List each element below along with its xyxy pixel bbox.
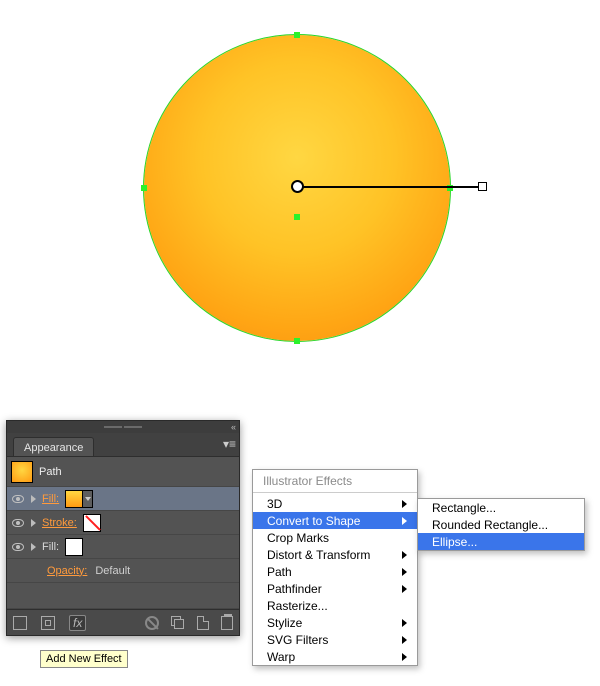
menu-item-label: Rectangle... bbox=[432, 501, 496, 515]
menu-item-label: Distort & Transform bbox=[267, 548, 370, 562]
selection-handle-center[interactable] bbox=[294, 214, 300, 220]
menu-item-rectangle[interactable]: Rectangle... bbox=[418, 499, 584, 516]
selection-handle-bottom[interactable] bbox=[294, 338, 300, 344]
disclosure-triangle-icon[interactable] bbox=[31, 519, 36, 527]
opacity-label[interactable]: Opacity: bbox=[47, 565, 87, 577]
menu-item-warp[interactable]: Warp bbox=[253, 648, 417, 665]
submenu-arrow-icon bbox=[402, 619, 407, 627]
gradient-end-handle[interactable] bbox=[478, 182, 487, 191]
menu-item-label: SVG Filters bbox=[267, 633, 328, 647]
menu-item-pathfinder[interactable]: Pathfinder bbox=[253, 580, 417, 597]
appearance-row-opacity[interactable]: Opacity: Default bbox=[7, 559, 239, 583]
menu-item-rasterize[interactable]: Rasterize... bbox=[253, 597, 417, 614]
submenu-arrow-icon bbox=[402, 568, 407, 576]
fill-swatch bbox=[65, 538, 83, 556]
tooltip-add-new-effect: Add New Effect bbox=[40, 650, 128, 668]
panel-flyout-menu-icon[interactable]: ▾≡ bbox=[223, 437, 239, 456]
submenu-arrow-icon bbox=[402, 500, 407, 508]
menu-item-crop-marks[interactable]: Crop Marks bbox=[253, 529, 417, 546]
duplicate-item-icon[interactable] bbox=[171, 616, 185, 630]
swatch-dropdown-icon[interactable] bbox=[83, 490, 93, 508]
visibility-toggle[interactable] bbox=[11, 540, 25, 554]
submenu-arrow-icon bbox=[402, 517, 407, 525]
appearance-attr-label[interactable]: Stroke: bbox=[42, 517, 77, 529]
canvas-area[interactable] bbox=[0, 0, 600, 430]
menu-item-path[interactable]: Path bbox=[253, 563, 417, 580]
appearance-panel-body: Path Fill: Stroke: Fill: bbox=[7, 457, 239, 609]
submenu-arrow-icon bbox=[402, 551, 407, 559]
appearance-panel-footer: fx bbox=[7, 609, 239, 635]
menu-item-label: Pathfinder bbox=[267, 582, 322, 596]
stroke-swatch bbox=[83, 514, 101, 532]
opacity-value: Default bbox=[95, 565, 130, 577]
stroke-swatch-picker[interactable] bbox=[83, 514, 101, 532]
submenu-arrow-icon bbox=[402, 653, 407, 661]
new-fill-icon[interactable] bbox=[13, 616, 27, 630]
convert-to-shape-submenu: Rectangle... Rounded Rectangle... Ellipse.… bbox=[417, 498, 585, 551]
effects-menu-header: Illustrator Effects bbox=[253, 470, 417, 490]
eye-icon bbox=[12, 519, 24, 527]
appearance-empty-row bbox=[7, 583, 239, 609]
menu-item-label: Warp bbox=[267, 650, 295, 664]
menu-item-label: Rounded Rectangle... bbox=[432, 518, 548, 532]
submenu-arrow-icon bbox=[402, 585, 407, 593]
fill-swatch bbox=[65, 490, 83, 508]
gradient-annotator-line[interactable] bbox=[297, 186, 483, 188]
fill-swatch-picker[interactable] bbox=[65, 490, 93, 508]
appearance-panel: « Appearance ▾≡ Path Fill: Stroke: bbox=[6, 420, 240, 636]
delete-item-icon[interactable] bbox=[221, 616, 233, 630]
eye-icon bbox=[12, 495, 24, 503]
menu-item-stylize[interactable]: Stylize bbox=[253, 614, 417, 631]
menu-item-rounded-rectangle[interactable]: Rounded Rectangle... bbox=[418, 516, 584, 533]
appearance-attr-label: Fill: bbox=[42, 541, 59, 553]
selection-handle-left[interactable] bbox=[141, 185, 147, 191]
menu-item-label: Rasterize... bbox=[267, 599, 328, 613]
menu-item-label: Crop Marks bbox=[267, 531, 329, 545]
fill-swatch-picker[interactable] bbox=[65, 538, 83, 556]
eye-icon bbox=[12, 543, 24, 551]
appearance-thumbnail bbox=[11, 461, 33, 483]
add-new-effect-button[interactable]: fx bbox=[69, 615, 86, 631]
appearance-row-fill-0[interactable]: Fill: bbox=[7, 487, 239, 511]
submenu-arrow-icon bbox=[402, 636, 407, 644]
panel-collapse-icon[interactable]: « bbox=[231, 422, 236, 432]
menu-item-svg-filters[interactable]: SVG Filters bbox=[253, 631, 417, 648]
clear-appearance-icon[interactable] bbox=[145, 616, 159, 630]
menu-item-ellipse[interactable]: Ellipse... bbox=[418, 533, 584, 550]
menu-item-label: Path bbox=[267, 565, 292, 579]
menu-item-label: Ellipse... bbox=[432, 535, 477, 549]
menu-item-3d[interactable]: 3D bbox=[253, 495, 417, 512]
menu-item-label: 3D bbox=[267, 497, 282, 511]
selection-handle-top[interactable] bbox=[294, 32, 300, 38]
menu-item-distort-transform[interactable]: Distort & Transform bbox=[253, 546, 417, 563]
appearance-row-fill-1[interactable]: Fill: bbox=[7, 535, 239, 559]
menu-item-convert-to-shape[interactable]: Convert to Shape bbox=[253, 512, 417, 529]
appearance-target-label: Path bbox=[39, 466, 62, 478]
visibility-toggle[interactable] bbox=[11, 492, 25, 506]
panel-grip[interactable]: « bbox=[7, 421, 239, 433]
visibility-toggle[interactable] bbox=[11, 516, 25, 530]
menu-separator bbox=[253, 492, 417, 493]
new-item-icon[interactable] bbox=[197, 616, 209, 630]
menu-item-label: Convert to Shape bbox=[267, 514, 360, 528]
new-stroke-icon[interactable] bbox=[41, 616, 55, 630]
appearance-row-stroke[interactable]: Stroke: bbox=[7, 511, 239, 535]
gradient-origin-handle[interactable] bbox=[291, 180, 304, 193]
panel-tab-appearance[interactable]: Appearance bbox=[13, 437, 94, 456]
disclosure-triangle-icon[interactable] bbox=[31, 543, 36, 551]
disclosure-triangle-icon[interactable] bbox=[31, 495, 36, 503]
appearance-target-row[interactable]: Path bbox=[7, 457, 239, 487]
appearance-attr-label[interactable]: Fill: bbox=[42, 493, 59, 505]
effects-menu: Illustrator Effects 3D Convert to Shape Cr… bbox=[252, 469, 418, 666]
menu-item-label: Stylize bbox=[267, 616, 302, 630]
